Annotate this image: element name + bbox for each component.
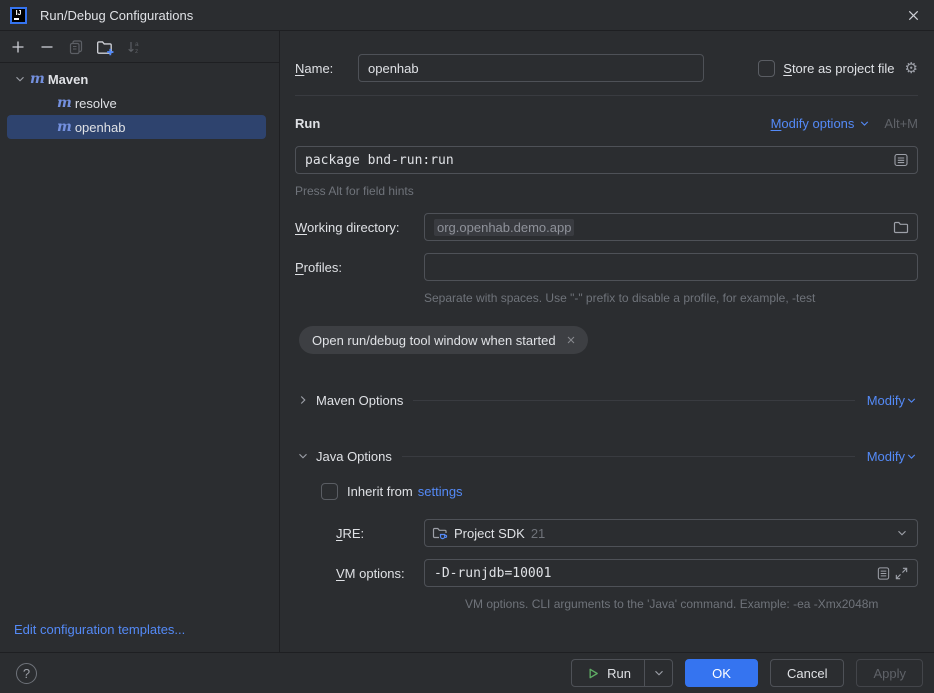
vm-options-label: VM options: xyxy=(336,566,424,581)
separator xyxy=(413,400,854,401)
vm-options-field[interactable]: -D-runjdb=10001 xyxy=(424,559,918,587)
vm-options-hint: VM options. CLI arguments to the 'Java' … xyxy=(465,597,918,611)
maven-icon: m xyxy=(57,120,72,134)
before-launch-tags: Open run/debug tool window when started xyxy=(295,326,918,354)
dialog-footer: ? Run OK Cancel Apply xyxy=(0,652,934,693)
command-line-value: package bnd-run:run xyxy=(305,153,892,168)
sort-alphabetically-icon[interactable]: az xyxy=(125,38,143,56)
chevron-right-icon[interactable] xyxy=(295,392,311,408)
tree-item-maven[interactable]: m Maven xyxy=(7,67,266,91)
separator xyxy=(402,456,855,457)
tree-item-resolve[interactable]: m resolve xyxy=(7,91,266,115)
close-icon[interactable] xyxy=(904,6,922,24)
profiles-hint: Separate with spaces. Use "-" prefix to … xyxy=(424,291,918,305)
store-as-project-file-label: Store as project file xyxy=(783,61,894,76)
jre-label: JRE: xyxy=(336,526,424,541)
modify-options-link[interactable]: Modify options xyxy=(771,116,855,131)
add-icon[interactable] xyxy=(9,38,27,56)
working-directory-field[interactable]: org.openhab.demo.app xyxy=(424,213,918,241)
inherit-from-label: Inherit from xyxy=(347,484,413,499)
tree-item-openhab[interactable]: m openhab xyxy=(7,115,266,139)
expand-icon[interactable] xyxy=(892,564,910,582)
modify-options-shortcut: Alt+M xyxy=(884,116,918,131)
settings-link[interactable]: settings xyxy=(418,484,463,499)
folder-icon[interactable] xyxy=(892,218,910,236)
chevron-down-icon xyxy=(905,450,918,463)
command-options-icon[interactable] xyxy=(892,151,910,169)
jre-select[interactable]: Project SDK 21 xyxy=(424,519,918,547)
edit-configuration-templates-link[interactable]: Edit configuration templates... xyxy=(0,622,279,652)
svg-text:a: a xyxy=(135,41,139,48)
new-folder-icon[interactable] xyxy=(96,38,114,56)
jre-version: 21 xyxy=(531,526,545,541)
sidebar-toolbar: az xyxy=(0,31,279,63)
name-label: Name: xyxy=(295,61,358,76)
chevron-down-icon[interactable] xyxy=(295,448,311,464)
tag-label: Open run/debug tool window when started xyxy=(312,333,556,348)
maven-icon: m xyxy=(30,72,45,86)
run-split-button: Run xyxy=(571,659,673,687)
working-directory-value: org.openhab.demo.app xyxy=(434,219,574,236)
press-alt-hint: Press Alt for field hints xyxy=(295,184,918,198)
chevron-down-icon xyxy=(652,666,666,680)
profiles-input[interactable] xyxy=(424,253,918,281)
run-button[interactable]: Run xyxy=(572,660,644,686)
command-line-field[interactable]: package bnd-run:run xyxy=(295,146,918,174)
maven-options-title[interactable]: Maven Options xyxy=(316,393,403,408)
svg-text:z: z xyxy=(135,48,138,55)
separator xyxy=(295,95,918,96)
working-directory-label: Working directory: xyxy=(295,220,424,235)
chevron-down-icon[interactable] xyxy=(12,71,28,87)
java-options-section: Java Options Modify xyxy=(295,448,918,464)
open-tool-window-tag: Open run/debug tool window when started xyxy=(299,326,588,354)
gear-icon[interactable]: ⚙ xyxy=(905,61,918,76)
java-options-title[interactable]: Java Options xyxy=(316,449,392,464)
copy-icon[interactable] xyxy=(67,38,85,56)
dialog-title: Run/Debug Configurations xyxy=(40,8,193,23)
help-icon[interactable]: ? xyxy=(16,663,37,684)
chevron-down-icon xyxy=(858,117,871,130)
remove-icon[interactable] xyxy=(38,38,56,56)
profiles-label: Profiles: xyxy=(295,260,424,275)
remove-tag-icon[interactable] xyxy=(565,334,577,346)
play-icon xyxy=(585,666,600,681)
jre-value: Project SDK xyxy=(454,526,525,541)
run-options-dropdown[interactable] xyxy=(645,660,672,686)
vm-options-list-icon[interactable] xyxy=(874,564,892,582)
cancel-button[interactable]: Cancel xyxy=(770,659,844,687)
chevron-down-icon xyxy=(905,394,918,407)
vm-options-value: -D-runjdb=10001 xyxy=(434,566,874,581)
name-input[interactable] xyxy=(358,54,704,82)
java-modify-link[interactable]: Modify xyxy=(867,449,905,464)
apply-button[interactable]: Apply xyxy=(856,659,923,687)
title-bar: IJ Run/Debug Configurations xyxy=(0,0,934,31)
configurations-tree: m Maven m resolve m openhab xyxy=(0,63,279,622)
maven-options-section: Maven Options Modify xyxy=(295,392,918,408)
chevron-down-icon xyxy=(895,526,909,540)
configurations-sidebar: az m Maven m resolve m openhab xyxy=(0,31,280,652)
configuration-editor: Name: Store as project file ⚙ Run Modify… xyxy=(280,31,934,652)
jdk-icon xyxy=(432,525,448,541)
inherit-from-settings-checkbox[interactable] xyxy=(321,483,338,500)
run-debug-configurations-dialog: IJ Run/Debug Configurations xyxy=(0,0,934,693)
ok-button[interactable]: OK xyxy=(685,659,758,687)
maven-modify-link[interactable]: Modify xyxy=(867,393,905,408)
intellij-logo-icon: IJ xyxy=(10,7,27,24)
store-as-project-file-checkbox[interactable] xyxy=(758,60,775,77)
maven-icon: m xyxy=(57,96,72,110)
run-section-title: Run xyxy=(295,116,320,131)
